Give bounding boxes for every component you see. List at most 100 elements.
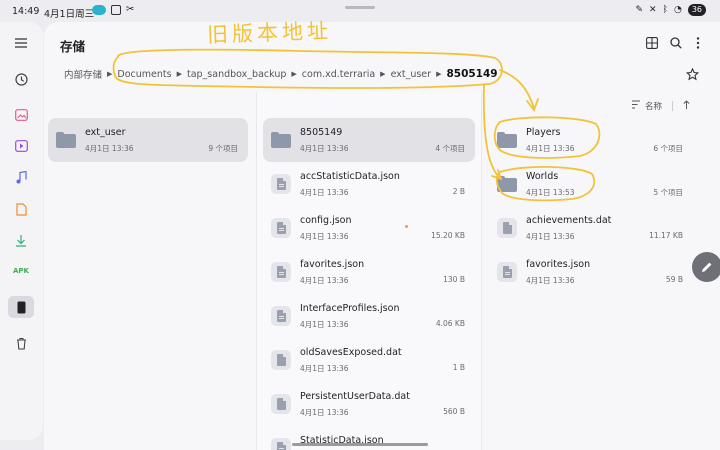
folder-icon	[271, 132, 291, 152]
item-size: 5 个项目	[653, 188, 683, 197]
item-date: 4月1日 13:36	[526, 232, 575, 241]
status-date: 4月1日周三	[44, 9, 95, 20]
notification-icons: ✂	[92, 5, 134, 15]
wifi-icon: ◔	[673, 5, 682, 15]
list-item-file[interactable]: InterfaceProfiles.json 4月1日 13:36 4.06 K…	[263, 294, 475, 338]
downloads-icon[interactable]	[8, 229, 34, 251]
item-date: 4月1日 13:36	[526, 144, 575, 153]
trash-icon[interactable]	[8, 332, 34, 354]
json-file-icon	[271, 306, 291, 326]
item-date: 4月1日 13:36	[300, 364, 349, 373]
column-child: Players 4月1日 13:36 6 个项目 Worlds 4月1日 13:…	[483, 92, 720, 450]
item-size: 59 B	[665, 275, 683, 284]
edit-pen-button[interactable]	[692, 252, 720, 282]
list-item-folder[interactable]: Players 4月1日 13:36 6 个项目	[489, 118, 693, 162]
star-icon[interactable]	[684, 66, 700, 82]
item-date: 4月1日 13:36	[300, 188, 349, 197]
scissors-icon: ✂	[126, 4, 135, 15]
breadcrumb-item[interactable]: 内部存储	[64, 67, 102, 81]
menu-icon[interactable]	[8, 32, 34, 54]
images-icon[interactable]	[8, 104, 34, 126]
status-bar: 14:49 4月1日周三 ✂ ✎ ✕ ᛒ ◔ 36	[0, 0, 720, 22]
dat-file-icon	[271, 394, 291, 414]
apk-icon[interactable]: APK	[8, 260, 34, 282]
item-name: PersistentUserData.dat	[300, 391, 410, 402]
json-file-icon	[271, 438, 291, 450]
item-size: 2 B	[452, 187, 465, 196]
item-date: 4月1日 13:36	[300, 144, 349, 153]
folder-icon	[497, 176, 517, 196]
list-item-file[interactable]: StatisticData.json	[263, 426, 475, 450]
folder-icon	[56, 132, 76, 152]
scan-icon	[111, 5, 121, 15]
json-file-icon	[271, 174, 291, 194]
item-date: 4月1日 13:36	[85, 144, 134, 153]
item-date: 4月1日 13:36	[300, 408, 349, 417]
main-panel: 存储 内部存储 ▶ Documents ▶ tap_sandbox_backup…	[44, 22, 720, 450]
list-item-file[interactable]: PersistentUserData.dat 4月1日 13:36 560 B	[263, 382, 475, 426]
device-storage-icon[interactable]	[8, 296, 34, 318]
system-icons: ✎ ✕ ᛒ ◔ 36	[635, 4, 706, 16]
status-time: 14:49	[12, 6, 40, 17]
item-size: 6 个项目	[653, 144, 683, 153]
folder-icon	[497, 132, 517, 152]
pen-icon: ✎	[635, 5, 643, 15]
window-drag-handle[interactable]	[345, 6, 375, 9]
audio-icon[interactable]	[8, 166, 34, 188]
list-item-file[interactable]: config.json 4月1日 13:36 15.20 KB	[263, 206, 475, 250]
item-size: 9 个项目	[208, 144, 238, 153]
item-size: 4.06 KB	[435, 319, 465, 328]
list-item-folder[interactable]: 8505149 4月1日 13:36 4 个项目	[263, 118, 475, 162]
column-current: 8505149 4月1日 13:36 4 个项目 accStatisticDat…	[256, 92, 482, 450]
mute-icon: ✕	[649, 5, 657, 15]
item-size: 15.20 KB	[431, 231, 465, 240]
breadcrumb-separator-icon: ▶	[436, 70, 442, 78]
json-file-icon	[497, 262, 517, 282]
list-item-file[interactable]: achievements.dat 4月1日 13:36 11.17 KB	[489, 206, 693, 250]
column-parent: ext_user 4月1日 13:36 9 个项目	[44, 92, 255, 450]
grid-view-icon[interactable]	[644, 35, 660, 51]
breadcrumb-item[interactable]: ext_user	[391, 69, 432, 80]
breadcrumb: 内部存储 ▶ Documents ▶ tap_sandbox_backup ▶ …	[64, 67, 498, 81]
breadcrumb-item[interactable]: com.xd.terraria	[302, 69, 375, 80]
breadcrumb-current[interactable]: 8505149	[446, 68, 497, 80]
item-name: ext_user	[85, 127, 126, 138]
item-size: 130 B	[443, 275, 465, 284]
json-file-icon	[271, 218, 291, 238]
item-size: 4 个项目	[435, 144, 465, 153]
list-item-file[interactable]: favorites.json 4月1日 13:36 59 B	[489, 250, 693, 294]
item-date: 4月1日 13:36	[300, 276, 349, 285]
breadcrumb-separator-icon: ▶	[107, 70, 113, 78]
item-name: oldSavesExposed.dat	[300, 347, 402, 358]
page-title: 存储	[60, 39, 86, 54]
recent-icon[interactable]	[8, 68, 34, 90]
dat-file-icon	[271, 350, 291, 370]
list-item-file[interactable]: oldSavesExposed.dat 4月1日 13:36 1 B	[263, 338, 475, 382]
item-date: 4月1日 13:36	[526, 276, 575, 285]
list-item-folder[interactable]: ext_user 4月1日 13:36 9 个项目	[48, 118, 248, 162]
item-size: 1 B	[452, 363, 465, 372]
item-name: Worlds	[526, 171, 559, 182]
list-item-file[interactable]: favorites.json 4月1日 13:36 130 B	[263, 250, 475, 294]
item-size: 11.17 KB	[649, 231, 683, 240]
handwritten-annotation: 旧版本地址	[206, 18, 333, 48]
list-item-folder[interactable]: Worlds 4月1日 13:53 5 个项目	[489, 162, 693, 206]
documents-icon[interactable]	[8, 198, 34, 220]
item-name: config.json	[300, 215, 352, 226]
battery-indicator: 36	[687, 4, 706, 16]
breadcrumb-separator-icon: ▶	[291, 70, 297, 78]
list-item-file[interactable]: accStatisticData.json 4月1日 13:36 2 B	[263, 162, 475, 206]
item-date: 4月1日 13:36	[300, 232, 349, 241]
breadcrumb-separator-icon: ▶	[176, 70, 182, 78]
item-name: accStatisticData.json	[300, 171, 400, 182]
item-date: 4月1日 13:53	[526, 188, 575, 197]
item-name: 8505149	[300, 127, 343, 138]
breadcrumb-item[interactable]: tap_sandbox_backup	[187, 69, 286, 80]
breadcrumb-item[interactable]: Documents	[117, 69, 171, 80]
search-icon[interactable]	[668, 35, 684, 51]
home-indicator[interactable]	[292, 443, 428, 446]
more-icon[interactable]	[690, 35, 706, 51]
dat-file-icon	[497, 218, 517, 238]
videos-icon[interactable]	[8, 135, 34, 157]
app-notification-icon	[92, 5, 106, 15]
